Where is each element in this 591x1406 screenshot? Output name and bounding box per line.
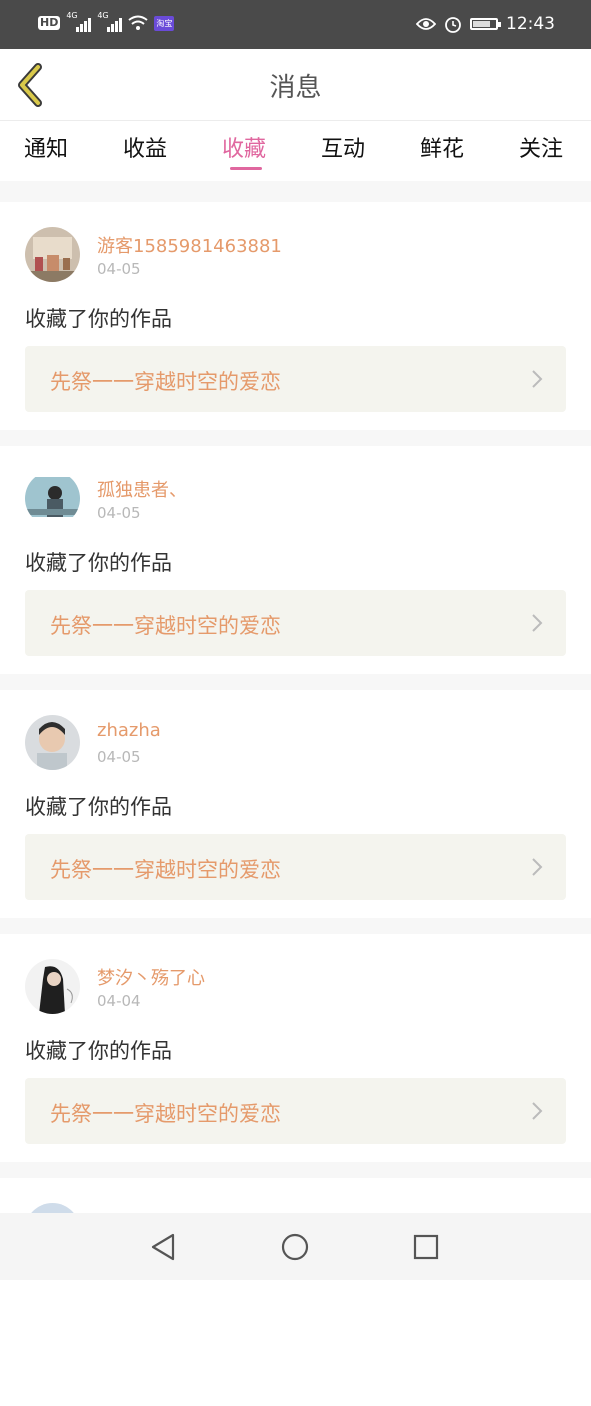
tab-flowers[interactable]: 鲜花 [420,131,464,163]
back-triangle-icon[interactable] [147,1230,181,1264]
hd-badge: HD [38,16,61,30]
wifi-icon [128,15,148,30]
message-date: 04-05 [97,748,141,766]
username[interactable]: 梦汐丶殇了心 [97,964,205,990]
chevron-right-icon [532,614,543,632]
active-tab-indicator [230,167,262,170]
tab-favorites[interactable]: 收藏 [222,131,266,163]
work-title: 先祭一一穿越时空的爱恋 [50,1102,281,1126]
page-title: 消息 [269,73,322,103]
message-card: 梦汐丶殇了心 04-04 收藏了你的作品 先祭一一穿越时空的爱恋 [0,934,591,1162]
username[interactable]: 游客1585981463881 [97,232,282,258]
message-date: 04-05 [97,504,141,522]
battery-icon [470,18,501,30]
message-card: 孤独患者、 04-05 收藏了你的作品 先祭一一穿越时空的爱恋 [0,446,591,674]
alarm-icon [445,17,461,33]
work-link[interactable]: 先祭一一穿越时空的爱恋 [25,834,566,900]
signal-icon-2: 4G [97,12,123,32]
tab-bar: 通知 收益 收藏 互动 鲜花 关注 [0,121,591,181]
status-right: 12:43 [416,14,555,34]
system-nav-bar [0,1213,591,1280]
message-date: 04-04 [97,992,141,1010]
chevron-right-icon [532,1102,543,1120]
work-title: 先祭一一穿越时空的爱恋 [50,858,281,882]
signal-icon: 4G [66,12,92,32]
message-date: 04-05 [97,260,141,278]
message-card: zhazha 04-05 收藏了你的作品 先祭一一穿越时空的爱恋 [0,690,591,918]
app-header: 消息 [0,49,591,121]
eye-icon [416,18,436,30]
avatar[interactable] [25,959,80,1014]
work-link[interactable]: 先祭一一穿越时空的爱恋 [25,1078,566,1144]
tab-following[interactable]: 关注 [519,131,563,163]
chevron-right-icon [532,858,543,876]
action-text: 收藏了你的作品 [25,551,172,575]
home-circle-icon[interactable] [278,1230,312,1264]
message-card: 游客1585981463881 04-05 收藏了你的作品 先祭一一穿越时空的爱… [0,202,591,430]
avatar[interactable] [25,715,80,770]
status-left: HD 4G 4G 淘宝 [38,12,175,32]
action-text: 收藏了你的作品 [25,307,172,331]
clock-time: 12:43 [506,14,555,34]
work-link[interactable]: 先祭一一穿越时空的爱恋 [25,346,566,412]
username[interactable]: 孤独患者、 [97,476,187,502]
work-title: 先祭一一穿越时空的爱恋 [50,370,281,394]
tab-interactions[interactable]: 互动 [321,131,365,163]
avatar[interactable] [25,471,80,526]
action-text: 收藏了你的作品 [25,1039,172,1063]
taobao-icon: 淘宝 [154,15,175,31]
tab-earnings[interactable]: 收益 [123,131,167,163]
work-title: 先祭一一穿越时空的爱恋 [50,614,281,638]
status-bar: HD 4G 4G 淘宝 12:43 [0,0,591,49]
avatar[interactable] [25,227,80,282]
action-text: 收藏了你的作品 [25,795,172,819]
recents-square-icon[interactable] [409,1230,443,1264]
tab-notifications[interactable]: 通知 [24,131,68,163]
username[interactable]: zhazha [97,720,161,741]
work-link[interactable]: 先祭一一穿越时空的爱恋 [25,590,566,656]
chevron-right-icon [532,370,543,388]
